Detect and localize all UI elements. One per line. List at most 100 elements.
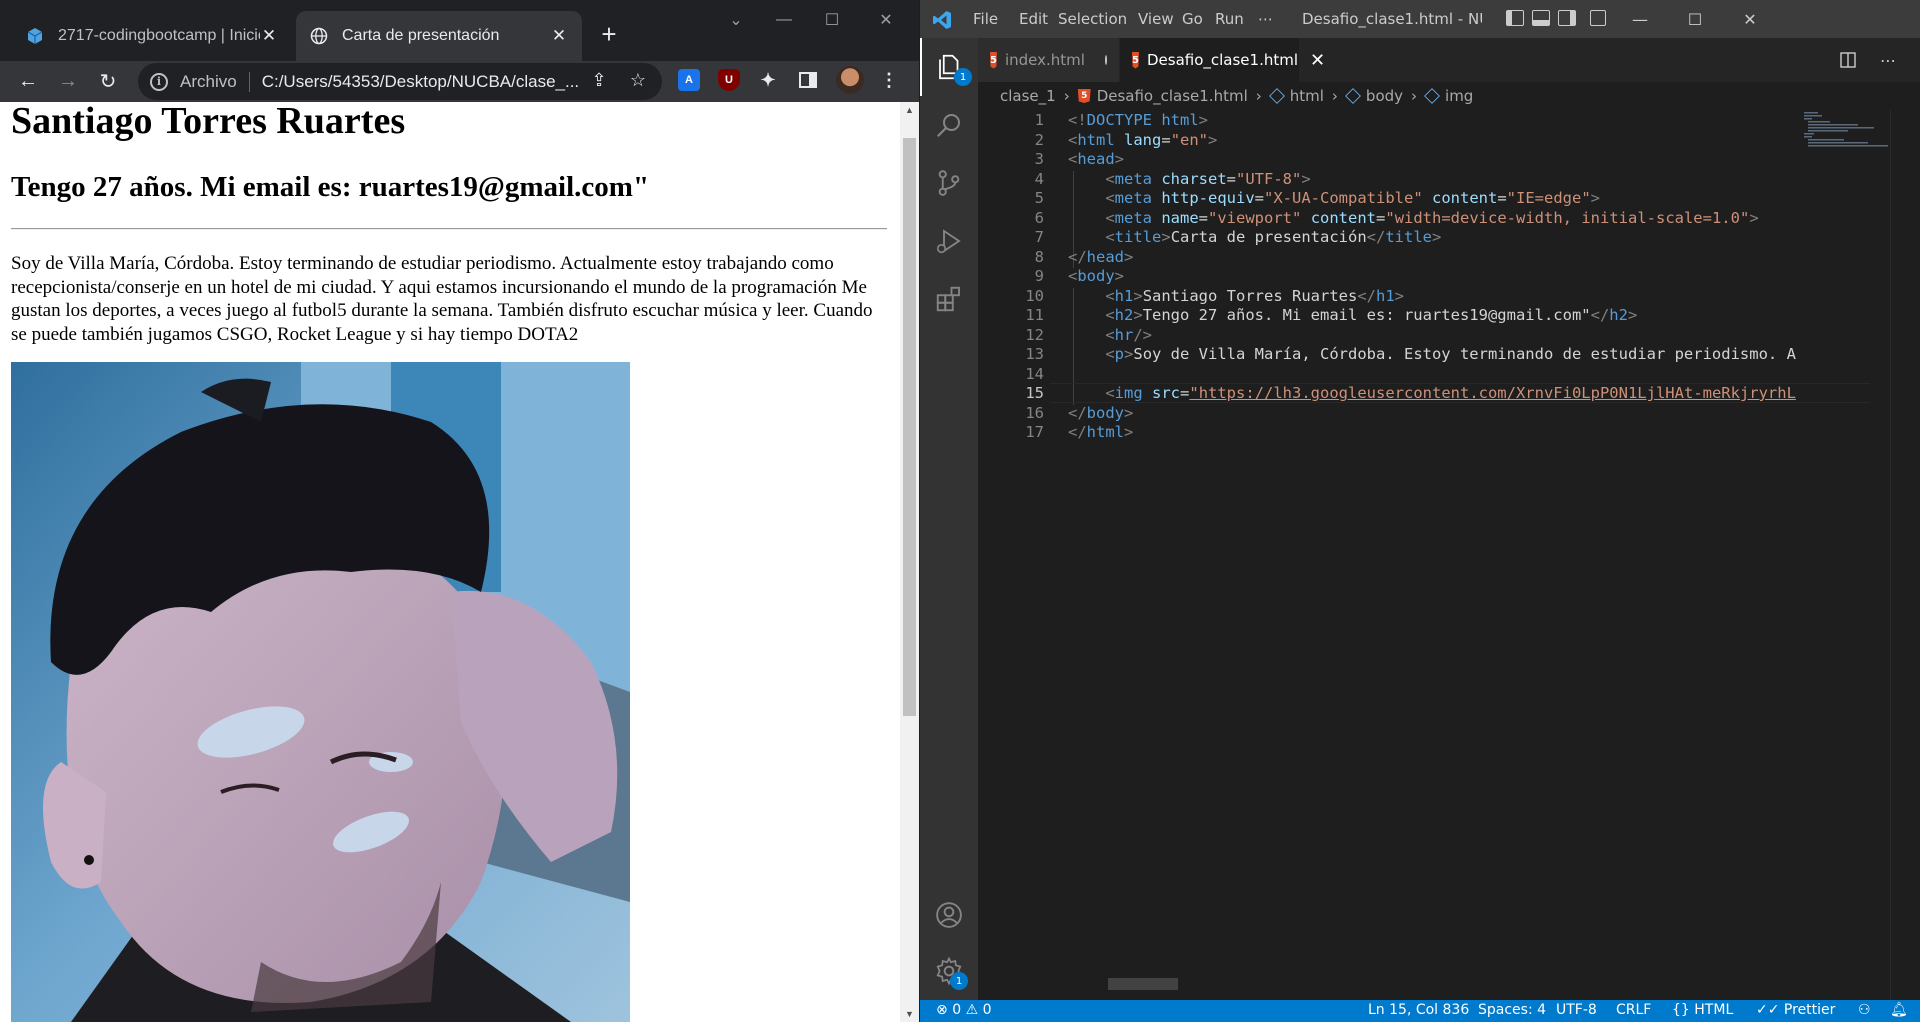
customize-layout-icon[interactable] xyxy=(1590,10,1606,26)
reload-icon[interactable]: ↻ xyxy=(94,67,122,95)
code-line[interactable]: 3 <head> xyxy=(978,149,1868,169)
close-window-button[interactable]: ✕ xyxy=(1730,5,1770,33)
browser-tab-carta[interactable]: Carta de presentación ✕ xyxy=(296,11,582,61)
extensions-icon[interactable] xyxy=(920,270,978,328)
code-line[interactable]: 11 <h2>Tengo 27 años. Mi email es: ruart… xyxy=(978,305,1868,325)
extension-shield-icon[interactable]: A xyxy=(678,69,700,91)
menu-selection[interactable]: Selection xyxy=(1058,10,1127,28)
address-url[interactable]: C:/Users/54353/Desktop/NUCBA/clase_... xyxy=(262,72,582,92)
minimize-button[interactable]: — xyxy=(1620,5,1660,33)
editor-vertical-scrollbar[interactable] xyxy=(1890,110,1904,1010)
line-number: 8 xyxy=(1034,247,1044,266)
ublock-icon[interactable]: U xyxy=(718,69,740,91)
code-line[interactable]: 4 <meta charset="UTF-8"> xyxy=(978,169,1868,189)
code-line[interactable]: 14 xyxy=(978,364,1868,384)
menu-go[interactable]: Go xyxy=(1182,10,1203,28)
line-number: 9 xyxy=(1034,267,1044,285)
breadcrumb-file[interactable]: Desafio_clase1.html xyxy=(1097,87,1248,105)
indentation[interactable]: Spaces: 4 xyxy=(1478,1002,1546,1018)
line-text: <html lang="en"> xyxy=(1068,130,1218,149)
editor-horizontal-scrollbar[interactable] xyxy=(1108,978,1178,990)
info-icon[interactable]: i xyxy=(150,72,168,91)
profile-avatar[interactable] xyxy=(836,66,864,94)
code-line[interactable]: 5 <meta http-equiv="X-UA-Compatible" con… xyxy=(978,188,1868,208)
code-line[interactable]: 6 <meta name="viewport" content="width=d… xyxy=(978,208,1868,228)
scroll-down-arrow-icon[interactable]: ▼ xyxy=(900,1006,919,1022)
close-window-button[interactable]: ✕ xyxy=(862,0,910,40)
source-control-icon[interactable] xyxy=(920,154,978,212)
close-tab-icon[interactable]: ✕ xyxy=(260,26,278,45)
notifications-bell-icon[interactable]: 🔔︎ xyxy=(1890,1002,1908,1018)
code-line[interactable]: 7 <title>Carta de presentación</title> xyxy=(978,227,1868,247)
line-number: 6 xyxy=(1034,208,1044,227)
explorer-icon[interactable]: 1 xyxy=(920,38,978,96)
menu-file[interactable]: File xyxy=(973,10,998,28)
breadcrumb-html[interactable]: html xyxy=(1290,87,1324,105)
new-tab-button[interactable]: + xyxy=(594,19,624,49)
manage-gear-icon[interactable]: 1 xyxy=(920,942,978,1000)
encoding[interactable]: UTF-8 xyxy=(1556,1002,1597,1018)
breadcrumb-folder[interactable]: clase_1 xyxy=(1000,87,1056,105)
feedback-icon[interactable]: ⚇ xyxy=(1858,1002,1871,1018)
tab-filename: index.html xyxy=(1004,51,1085,69)
toggle-panel-icon[interactable] xyxy=(1532,10,1550,26)
editor-tab-desafio[interactable]: 5 Desafio_clase1.html ✕ xyxy=(1120,38,1325,82)
browser-tab-codingbootcamp[interactable]: 2717-codingbootcamp | Inicio ✕ xyxy=(12,11,292,61)
line-text: <meta charset="UTF-8"> xyxy=(1105,169,1311,188)
more-actions-icon[interactable]: ⋯ xyxy=(1878,50,1898,70)
line-text: </html> xyxy=(1068,423,1134,441)
accounts-icon[interactable] xyxy=(920,886,978,944)
minimap[interactable] xyxy=(1800,110,1890,1010)
code-editor[interactable]: 1 <!DOCTYPE html> 2 <html lang="en"> 3 <head>… xyxy=(978,110,1918,1010)
menu-more[interactable]: ⋯ xyxy=(1258,10,1273,28)
close-tab-icon[interactable]: ✕ xyxy=(550,26,568,45)
breadcrumb-body[interactable]: body xyxy=(1366,87,1403,105)
menu-view[interactable]: View xyxy=(1138,10,1174,28)
toggle-secondary-sidebar-icon[interactable] xyxy=(1558,10,1576,26)
editor-tab-index[interactable]: 5 index.html xyxy=(978,38,1120,82)
minimize-button[interactable]: — xyxy=(760,0,808,40)
kebab-menu-icon[interactable]: ⋮ xyxy=(878,69,900,91)
code-line[interactable]: 12 <hr/> xyxy=(978,325,1868,345)
share-icon[interactable]: ⇪ xyxy=(588,69,610,91)
code-line[interactable]: 10 <h1>Santiago Torres Ruartes</h1> xyxy=(978,286,1868,306)
chevron-right-icon: › xyxy=(1063,87,1070,105)
maximize-button[interactable]: ☐ xyxy=(808,0,856,40)
extensions-puzzle-icon[interactable]: ✦ xyxy=(757,69,779,91)
activity-bar: 1 1 xyxy=(920,38,978,1000)
address-bar[interactable]: i Archivo C:/Users/54353/Desktop/NUCBA/c… xyxy=(138,63,662,100)
code-line[interactable]: 9 <body> xyxy=(978,266,1868,286)
page-scrollbar[interactable]: ▲ ▼ xyxy=(900,102,919,1022)
maximize-button[interactable]: ☐ xyxy=(1675,5,1715,33)
split-editor-icon[interactable] xyxy=(1838,50,1858,70)
code-line[interactable]: 8 </head> xyxy=(978,247,1868,267)
tab-title: 2717-codingbootcamp | Inicio xyxy=(58,27,260,44)
code-line[interactable]: 17 </html> xyxy=(978,422,1868,442)
star-icon[interactable]: ☆ xyxy=(627,69,649,91)
toggle-sidebar-icon[interactable] xyxy=(1506,10,1524,26)
code-line[interactable]: 16 </body> xyxy=(978,403,1868,423)
modified-dot-icon[interactable] xyxy=(1104,55,1107,65)
scroll-up-arrow-icon[interactable]: ▲ xyxy=(900,102,919,118)
scroll-thumb[interactable] xyxy=(903,138,916,716)
close-tab-icon[interactable]: ✕ xyxy=(1310,50,1325,71)
run-debug-icon[interactable] xyxy=(920,212,978,270)
menu-run[interactable]: Run xyxy=(1215,10,1244,28)
problems-indicator[interactable]: ⊗ 0 ⚠ 0 xyxy=(936,1002,992,1018)
back-arrow-icon[interactable]: ← xyxy=(14,67,42,95)
side-panel-icon[interactable] xyxy=(797,69,819,91)
breadcrumb-img[interactable]: img xyxy=(1445,87,1473,105)
code-line[interactable]: 13 <p>Soy de Villa María, Córdoba. Estoy… xyxy=(978,344,1868,364)
prettier-status[interactable]: ✓✓ Prettier xyxy=(1756,1002,1835,1018)
line-ending[interactable]: CRLF xyxy=(1616,1002,1651,1018)
code-line[interactable]: 2 <html lang="en"> xyxy=(978,130,1868,150)
tab-search-icon[interactable]: ⌄ xyxy=(712,0,760,40)
forward-arrow-icon[interactable]: → xyxy=(54,67,82,95)
code-line[interactable]: 15 <img src="https://lh3.googleuserconte… xyxy=(978,383,1868,403)
language-mode[interactable]: {} HTML xyxy=(1672,1002,1733,1018)
menu-edit[interactable]: Edit xyxy=(1019,10,1048,28)
cursor-position[interactable]: Ln 15, Col 836 xyxy=(1368,1002,1469,1018)
line-text: <body> xyxy=(1068,267,1125,285)
code-line[interactable]: 1 <!DOCTYPE html> xyxy=(978,110,1868,130)
search-icon[interactable] xyxy=(920,96,978,154)
